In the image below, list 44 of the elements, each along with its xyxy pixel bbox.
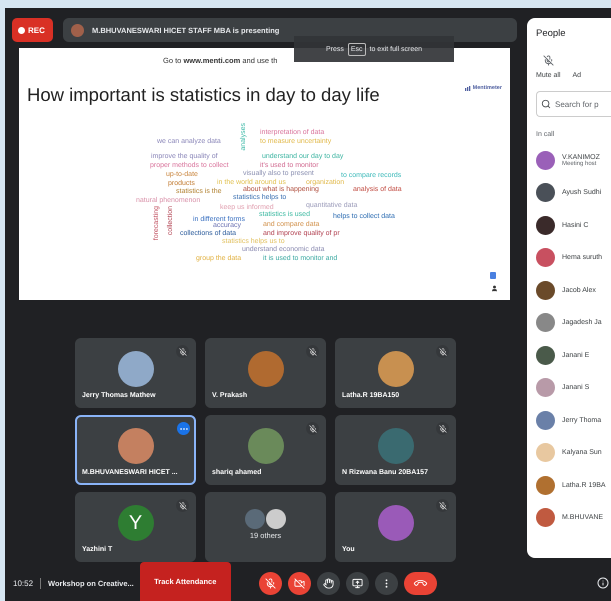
bars-icon: [464, 86, 471, 90]
avatar-photo: [378, 505, 414, 541]
avatar-photo: [536, 150, 555, 170]
camera-off-icon: [294, 578, 305, 588]
present-button[interactable]: [346, 572, 369, 594]
avatar-photo: [378, 428, 414, 464]
avatar-photo: [536, 378, 555, 398]
avatar-photo: [536, 508, 555, 528]
avatar-photo: [536, 443, 555, 462]
mic-off-icon: [264, 578, 276, 588]
clock-time: 10:52: [13, 578, 34, 588]
avatar-photo: [536, 280, 555, 300]
avatar-photo: [71, 24, 84, 36]
hand-button[interactable]: [316, 572, 340, 594]
hand-icon: [322, 578, 334, 588]
avatar-photo: [266, 508, 286, 528]
camera-button[interactable]: [288, 572, 311, 594]
search-icon: [541, 99, 551, 109]
info-icon[interactable]: [597, 577, 609, 589]
panel-title: People: [536, 28, 567, 39]
avatar-photo: [248, 428, 284, 464]
mic-off-icon: [542, 55, 554, 66]
avatar-photo: [378, 351, 414, 387]
avatar-photo: [536, 410, 555, 430]
avatar-photo: [245, 508, 265, 528]
count-badge-icon: [490, 272, 496, 279]
search-field[interactable]: Search for p: [536, 91, 611, 117]
avatar-photo: [536, 346, 555, 365]
person-icon: [491, 285, 498, 292]
mic-button[interactable]: [258, 572, 282, 594]
avatar-photo: [248, 351, 284, 387]
avatar-photo: [118, 428, 154, 464]
avatar-photo: [536, 248, 555, 268]
slide-title: How important is statistics in day to day life: [27, 84, 380, 106]
letter-avatar: Y: [118, 505, 154, 541]
avatar-photo: [536, 313, 555, 332]
recording-button[interactable]: REC: [12, 18, 53, 42]
present-screen-icon: [352, 578, 363, 588]
end-button[interactable]: [404, 572, 437, 594]
avatar-photo: [536, 476, 555, 495]
avatar-photo: [118, 351, 154, 387]
avatar-photo: [536, 216, 555, 235]
more-options-icon[interactable]: [177, 422, 190, 435]
avatar-photo: [536, 183, 555, 202]
